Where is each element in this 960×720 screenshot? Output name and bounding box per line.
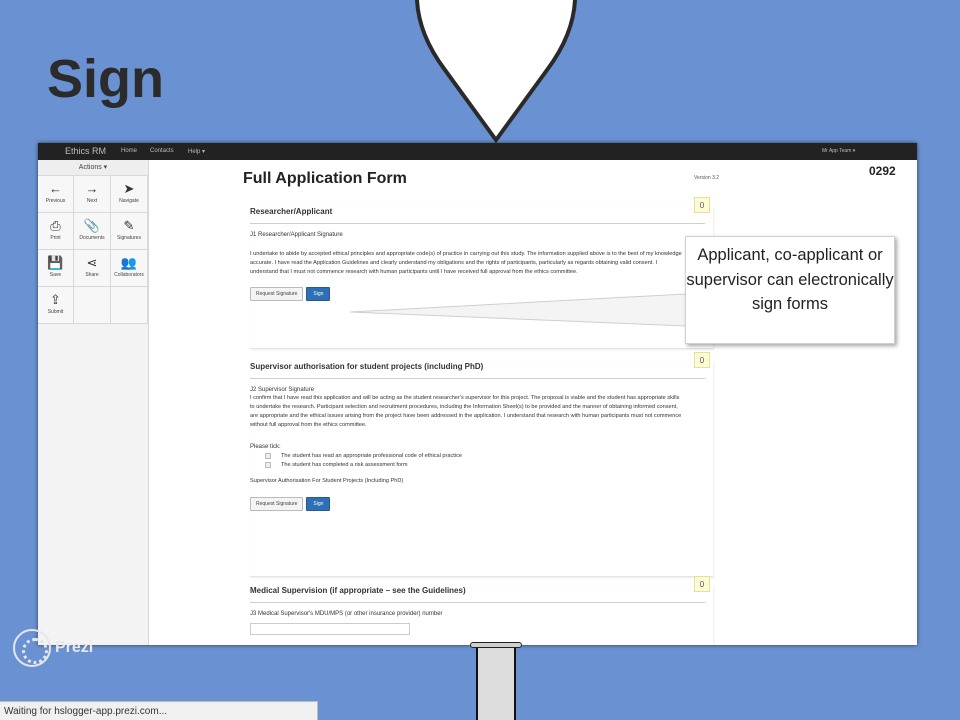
documents-button[interactable]: 📎 Documents xyxy=(74,213,111,250)
checkbox[interactable] xyxy=(265,453,271,459)
callout-pointer xyxy=(350,293,687,327)
checkbox-row[interactable]: The student has read an appropriate prof… xyxy=(265,453,713,459)
empty-tool-slot xyxy=(74,287,111,324)
brand-link[interactable]: Ethics RM xyxy=(65,146,106,156)
section-heading: Medical Supervision (if appropriate – se… xyxy=(250,586,705,603)
section-medical: Medical Supervision (if appropriate – se… xyxy=(250,576,713,645)
checkbox-row[interactable]: The student has completed a risk assessm… xyxy=(265,462,713,468)
declaration-text: I confirm that I have read this applicat… xyxy=(250,395,682,428)
app-window: Ethics RM Home Contacts Help ▾ Mr App Te… xyxy=(38,143,917,645)
save-button[interactable]: 💾 Save xyxy=(38,250,74,287)
score-badge: 0 xyxy=(694,576,710,592)
tick-label: Please tick: xyxy=(250,444,281,450)
score-badge: 0 xyxy=(694,197,710,213)
question-label: J1 Researcher/Applicant Signature xyxy=(250,232,343,238)
navigate-button[interactable]: ➤ Navigate xyxy=(111,176,148,213)
section-heading: Supervisor authorisation for student pro… xyxy=(250,362,705,379)
prezi-logo: Prezi xyxy=(13,629,93,667)
user-menu[interactable]: Mr App Team ▾ xyxy=(822,148,855,154)
question-label: J3 Medical Supervisor's MDU/MPS (or othe… xyxy=(250,611,443,617)
navigate-icon: ➤ xyxy=(123,181,135,196)
signatures-button[interactable]: ✎ Signatures xyxy=(111,213,148,250)
actions-sidebar: Actions ▾ ← Previous → Next ➤ Navigate ⎙ Pri… xyxy=(38,160,149,645)
form-main: Full Application Form Version 3.2 0292 R… xyxy=(150,160,917,645)
prezi-logo-icon xyxy=(13,629,51,667)
submit-button[interactable]: ⇪ Submit xyxy=(38,287,74,324)
form-title: Full Application Form xyxy=(243,170,407,187)
section-heading: Researcher/Applicant xyxy=(250,207,705,224)
previous-button[interactable]: ← Previous xyxy=(38,176,74,213)
application-ref: 0292 xyxy=(869,164,896,178)
checkbox[interactable] xyxy=(265,462,271,468)
insurance-number-input[interactable] xyxy=(250,623,410,635)
request-signature-button[interactable]: Request Signature xyxy=(250,497,304,511)
share-button[interactable]: ⋖ Share xyxy=(74,250,111,287)
nav-home[interactable]: Home xyxy=(121,148,137,154)
version-label: Version 3.2 xyxy=(694,175,720,181)
next-button[interactable]: → Next xyxy=(74,176,111,213)
request-signature-button[interactable]: Request Signature xyxy=(250,287,304,301)
top-navbar: Ethics RM Home Contacts Help ▾ Mr App Te… xyxy=(38,143,917,160)
share-icon: ⋖ xyxy=(86,255,98,270)
next-icon: → xyxy=(85,181,99,196)
collaborators-button[interactable]: 👥 Collaborators xyxy=(111,250,148,287)
prezi-wordmark: Prezi xyxy=(55,639,94,656)
question-label: J2 Supervisor Signature xyxy=(250,387,315,393)
score-badge: 0 xyxy=(694,352,710,368)
signature-icon: ✎ xyxy=(123,218,135,233)
callout-box: Applicant, co-applicant or supervisor ca… xyxy=(685,236,895,344)
sign-post xyxy=(476,643,516,720)
actions-dropdown[interactable]: Actions ▾ xyxy=(38,160,148,176)
sign-post-cap xyxy=(470,642,522,648)
collaborators-icon: 👥 xyxy=(120,255,138,270)
pin-graphic xyxy=(415,0,577,144)
print-icon: ⎙ xyxy=(50,218,61,233)
previous-icon: ← xyxy=(49,181,62,196)
slide-title: Sign xyxy=(47,49,164,109)
submit-icon: ⇪ xyxy=(50,292,61,307)
paperclip-icon: 📎 xyxy=(83,218,101,233)
save-icon: 💾 xyxy=(47,255,64,270)
print-button[interactable]: ⎙ Print xyxy=(38,213,74,250)
sign-button[interactable]: Sign xyxy=(306,287,331,301)
sign-button[interactable]: Sign xyxy=(306,497,331,511)
section-supervisor: Supervisor authorisation for student pro… xyxy=(250,352,713,577)
browser-status-bar: Waiting for hslogger-app.prezi.com... xyxy=(0,701,318,720)
authorisation-label: Supervisor Authorisation For Student Pro… xyxy=(250,478,404,484)
empty-tool-slot xyxy=(111,287,148,324)
declaration-text: I undertake to abide by accepted ethical… xyxy=(250,251,682,275)
nav-contacts[interactable]: Contacts xyxy=(150,148,174,154)
nav-help[interactable]: Help ▾ xyxy=(188,148,205,155)
